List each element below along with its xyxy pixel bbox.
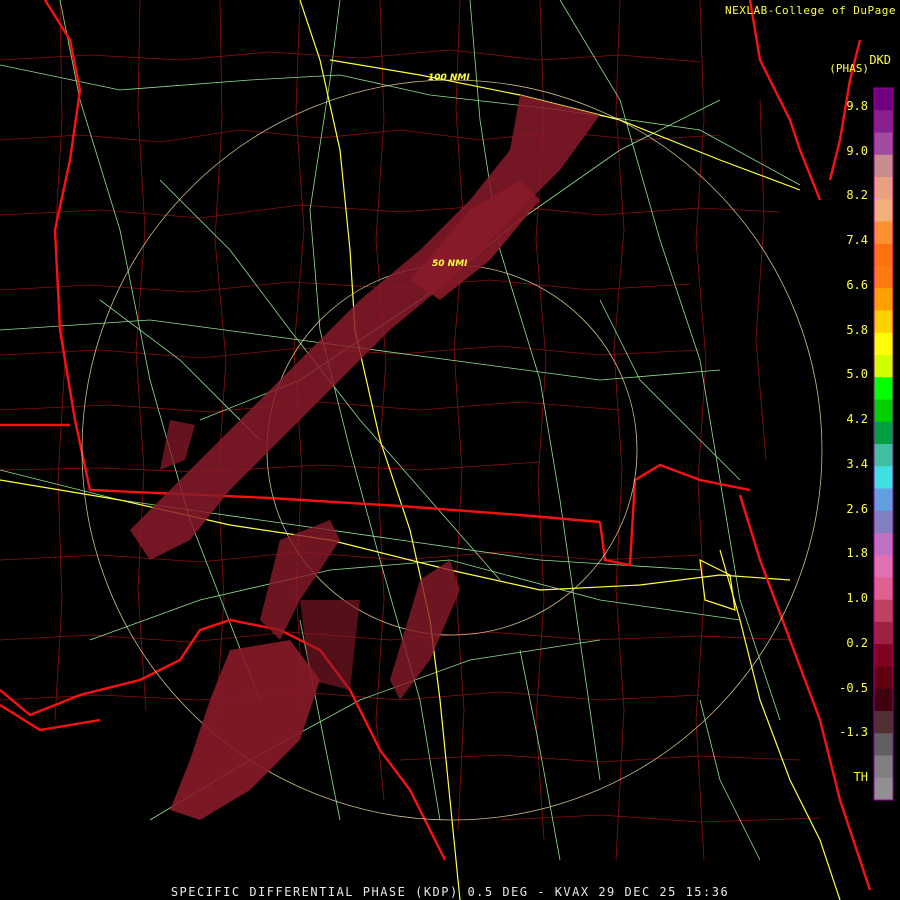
scale-swatch <box>874 599 893 623</box>
scale-swatch <box>874 310 893 334</box>
scale-swatch <box>874 755 893 779</box>
scale-label: 5.8 <box>846 322 868 337</box>
scale-swatch <box>874 488 893 512</box>
scale-label: -0.5 <box>839 680 868 695</box>
scale-swatch <box>874 110 893 133</box>
scale-swatch <box>874 466 893 489</box>
ring-label-50: 50 NMI <box>432 259 468 269</box>
scale-label: 0.2 <box>846 635 868 650</box>
scale-label: 4.2 <box>846 412 868 427</box>
radar-map <box>0 0 900 900</box>
unit-label: (PHAS) <box>829 62 869 75</box>
product-code: DKD <box>869 53 891 67</box>
scale-swatch <box>874 377 893 400</box>
scale-label: 2.6 <box>846 501 868 516</box>
scale-swatch <box>874 777 893 801</box>
scale-swatch <box>874 288 893 311</box>
scale-swatch <box>874 444 893 467</box>
ring-label-100: 100 NMI <box>428 73 470 83</box>
scale-swatch <box>874 533 893 556</box>
scale-label: 9.8 <box>846 99 868 113</box>
scale-label: 8.2 <box>846 188 868 203</box>
scale-label: 5.0 <box>846 367 868 382</box>
scale-swatch <box>874 510 893 534</box>
scale-swatch <box>874 332 893 356</box>
scale-label: 7.4 <box>846 233 868 248</box>
scale-label: -1.3 <box>839 725 868 740</box>
scale-swatch <box>874 154 893 178</box>
scale-swatch <box>874 221 893 245</box>
scale-label: 1.8 <box>846 546 868 561</box>
scale-swatch <box>874 421 893 445</box>
credit-text: NEXLAB-College of DuPage <box>725 4 896 17</box>
scale-label: 1.0 <box>846 591 868 606</box>
scale-swatch <box>874 243 893 267</box>
scale-swatch <box>874 399 893 423</box>
scale-swatch <box>874 644 893 667</box>
scale-swatch <box>874 733 893 756</box>
scale-label: 6.6 <box>846 277 868 292</box>
scale-label: 3.4 <box>846 456 868 471</box>
product-caption: SPECIFIC DIFFERENTIAL PHASE (KDP) 0.5 DE… <box>170 885 730 899</box>
scale-swatch <box>874 711 893 734</box>
scale-swatch <box>874 88 893 111</box>
scale-swatch <box>874 555 893 578</box>
scale-swatch <box>874 177 893 200</box>
scale-label: TH <box>853 770 868 784</box>
scale-swatch <box>874 688 893 712</box>
scale-label: 9.0 <box>846 143 868 158</box>
scale-swatch <box>874 266 893 289</box>
scale-swatch <box>874 622 893 645</box>
scale-swatch <box>874 577 893 601</box>
scale-swatch <box>874 132 893 156</box>
scale-swatch <box>874 199 893 222</box>
color-scale-bar <box>873 87 894 801</box>
scale-swatch <box>874 355 893 378</box>
scale-swatch <box>874 666 893 690</box>
